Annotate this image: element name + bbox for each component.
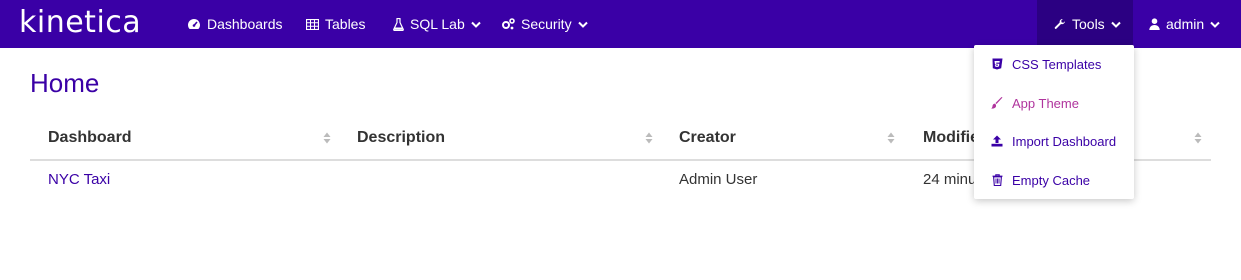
brand-name: kinetica	[19, 5, 142, 40]
menu-item-label: Empty Cache	[1012, 172, 1091, 188]
cell-dashboard[interactable]: NYC Taxi	[48, 162, 110, 196]
top-navbar: kinetica Dashboards Tables SQL Lab Secur…	[0, 0, 1241, 48]
nav-tables[interactable]: Tables	[306, 0, 365, 48]
table-icon	[306, 18, 319, 30]
tools-dropdown-menu: CSS Templates App Theme Import Dashboard…	[974, 45, 1134, 199]
nav-security[interactable]: Security	[501, 0, 588, 48]
nav-user-menu[interactable]: admin	[1149, 0, 1220, 48]
column-header-creator[interactable]: Creator	[679, 116, 736, 160]
column-header-dashboard[interactable]: Dashboard	[48, 116, 132, 160]
nav-security-label: Security	[521, 16, 572, 32]
sort-icon[interactable]	[887, 132, 895, 144]
nav-dashboards[interactable]: Dashboards	[187, 0, 283, 48]
page-title: Home	[30, 68, 100, 98]
dashboard-icon	[187, 18, 201, 30]
menu-item-import-dashboard[interactable]: Import Dashboard	[974, 122, 1134, 160]
paint-brush-icon	[990, 97, 1004, 109]
nav-sql-lab[interactable]: SQL Lab	[393, 0, 481, 48]
menu-item-css-templates[interactable]: CSS Templates	[974, 45, 1134, 83]
column-header-label: Creator	[679, 129, 736, 146]
trash-icon	[990, 174, 1004, 186]
menu-item-app-theme[interactable]: App Theme	[974, 84, 1134, 122]
menu-item-label: CSS Templates	[1012, 56, 1102, 72]
menu-item-label: App Theme	[1012, 95, 1079, 111]
chevron-down-icon	[1210, 21, 1220, 28]
column-header-label: Dashboard	[48, 129, 132, 146]
nav-tables-label: Tables	[325, 16, 366, 32]
upload-icon	[990, 135, 1004, 147]
user-icon	[1149, 18, 1160, 30]
menu-item-label: Import Dashboard	[1012, 133, 1117, 149]
sort-icon[interactable]	[323, 132, 331, 144]
nav-tools[interactable]: Tools	[1054, 0, 1121, 48]
cell-creator: Admin User	[679, 170, 758, 188]
nav-tools-label: Tools	[1072, 16, 1105, 32]
chevron-down-icon	[1110, 21, 1121, 28]
wrench-icon	[1054, 18, 1066, 30]
sort-icon[interactable]	[645, 132, 653, 144]
column-header-description[interactable]: Description	[357, 116, 445, 160]
sort-icon[interactable]	[1194, 132, 1202, 144]
menu-item-empty-cache[interactable]: Empty Cache	[974, 161, 1134, 199]
column-header-label: Description	[357, 129, 446, 146]
flask-icon	[393, 17, 404, 31]
nav-sql-lab-label: SQL Lab	[410, 16, 465, 32]
brand-logo[interactable]: kinetica	[19, 6, 141, 40]
chevron-down-icon	[577, 21, 588, 28]
chevron-down-icon	[471, 21, 481, 28]
nav-dashboards-label: Dashboards	[207, 16, 283, 32]
cogs-icon	[501, 18, 515, 30]
dashboard-link[interactable]: NYC Taxi	[48, 171, 110, 188]
css3-icon	[990, 58, 1004, 70]
nav-user-label: admin	[1166, 16, 1205, 32]
